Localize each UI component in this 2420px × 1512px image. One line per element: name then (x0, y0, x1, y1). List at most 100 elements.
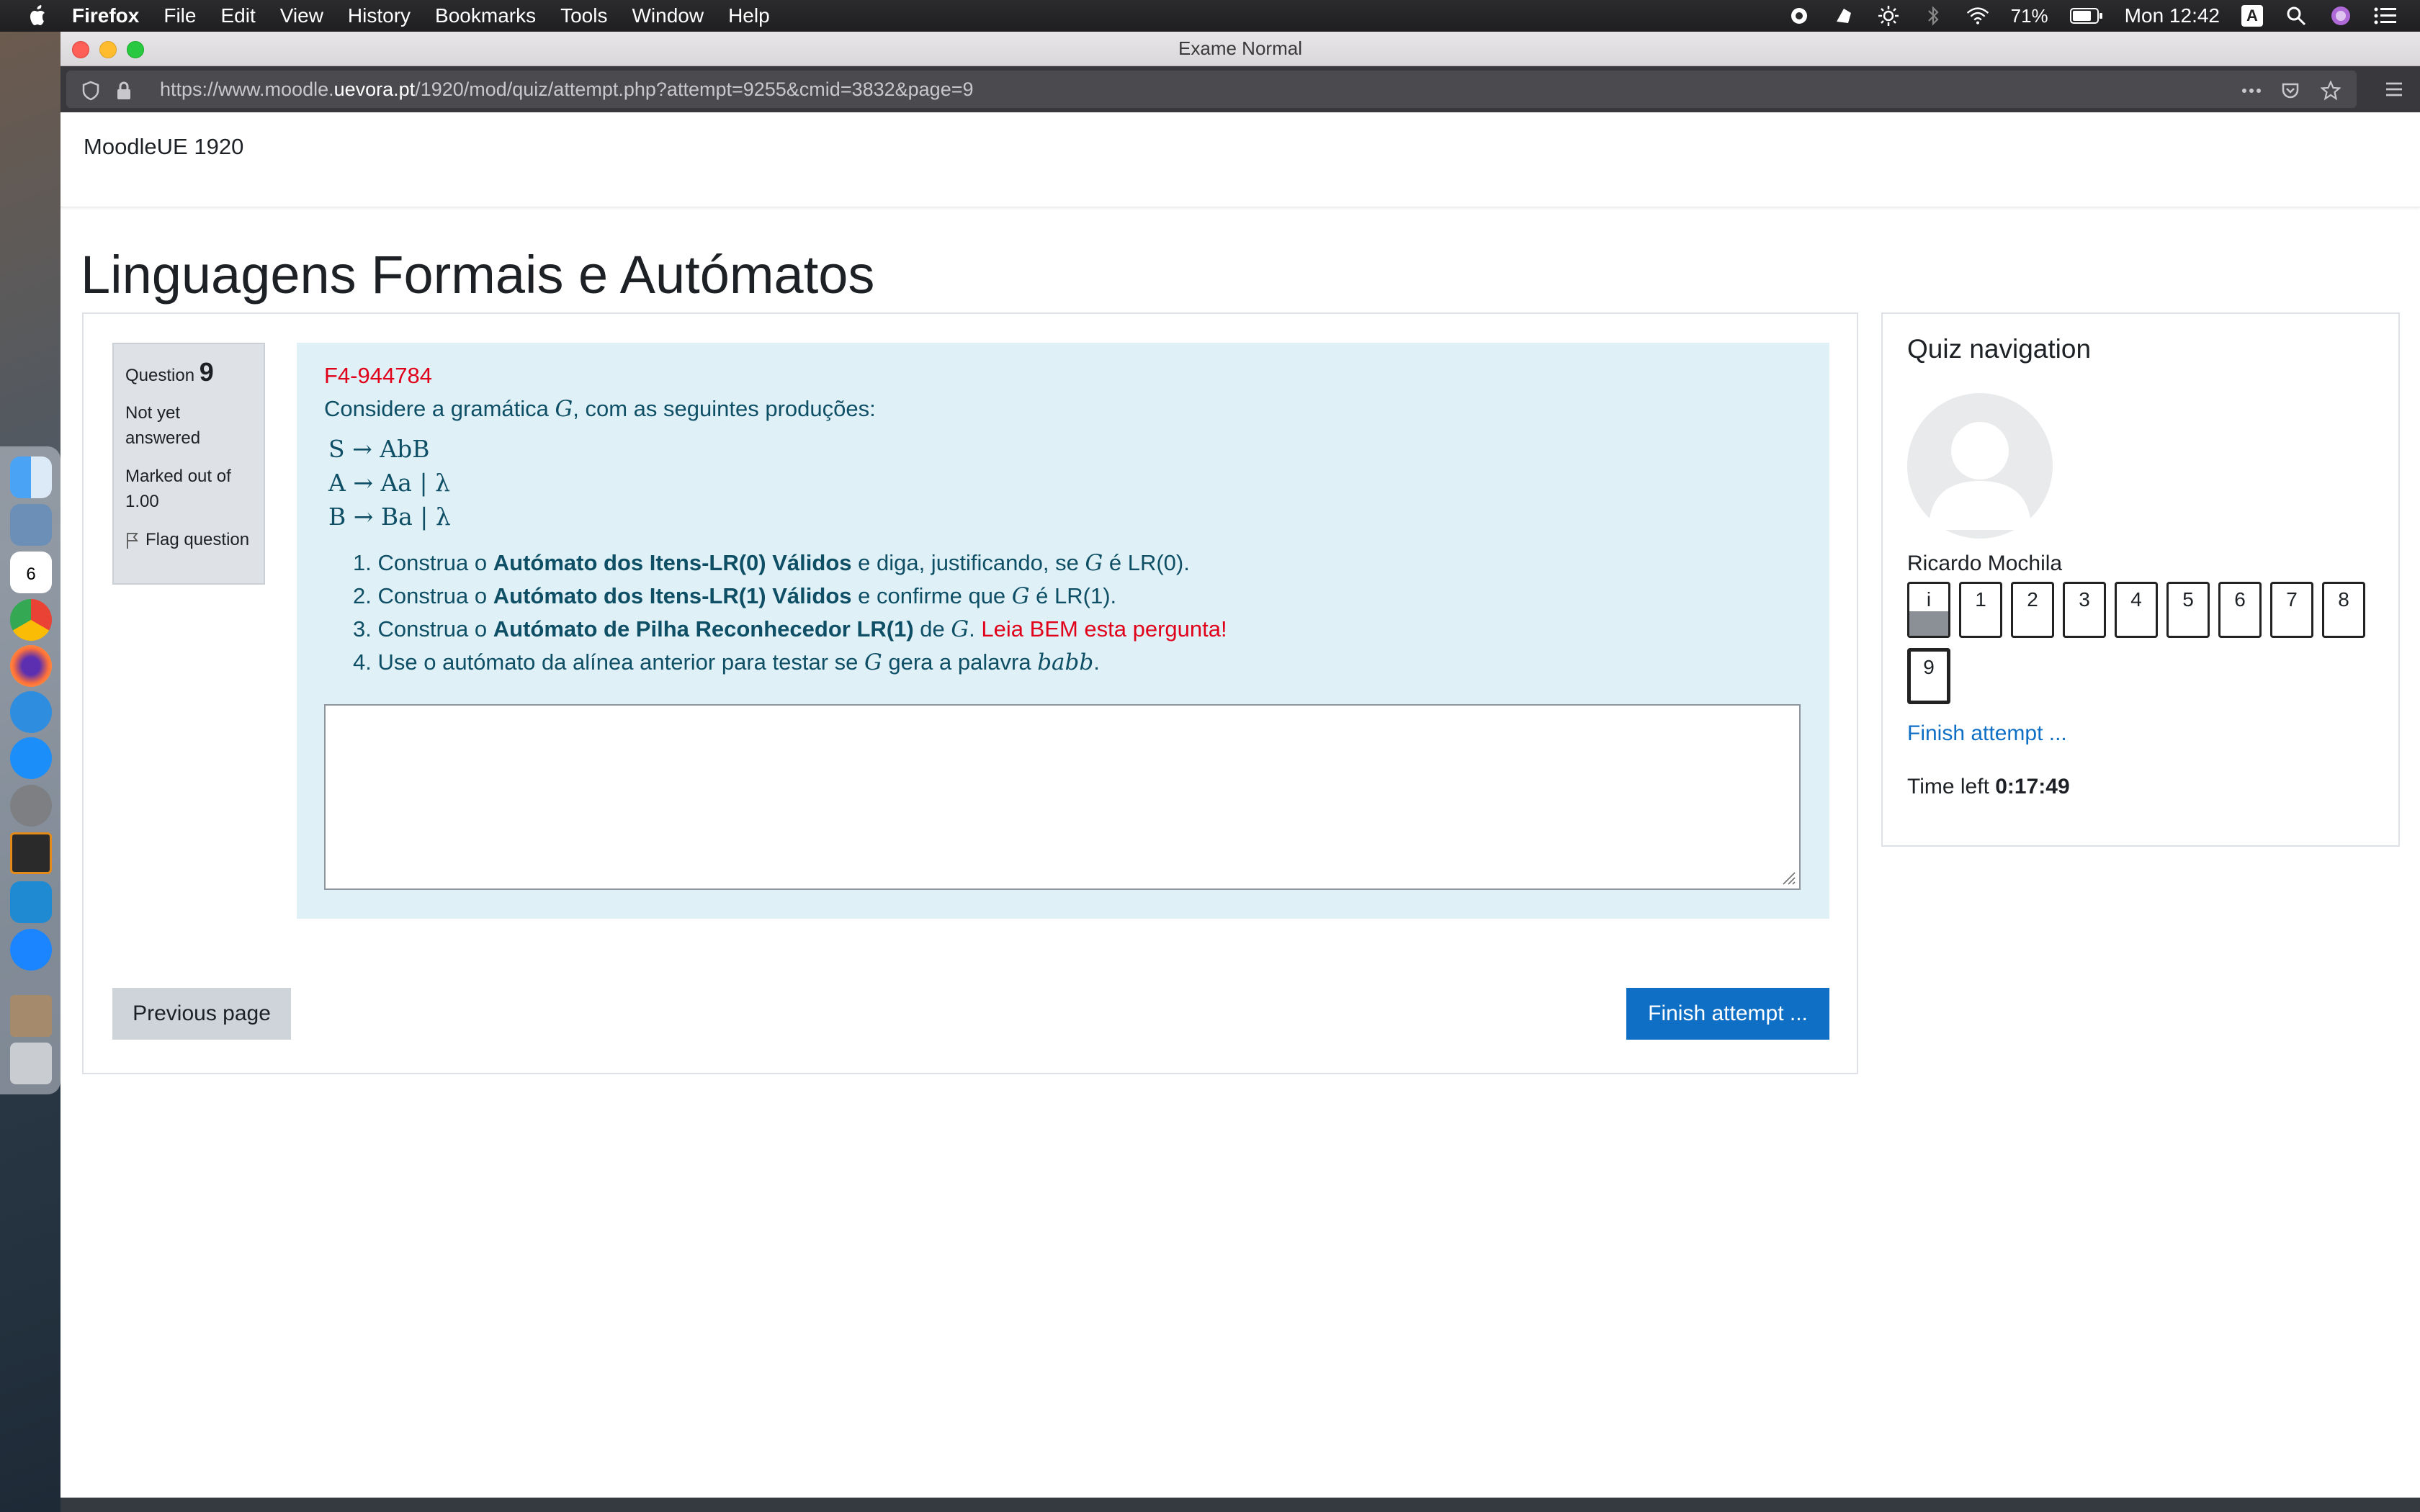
app-store-icon[interactable] (10, 737, 52, 779)
chrome-icon[interactable] (10, 599, 52, 641)
moodle-navbar: MoodleUE 1920 (60, 112, 2420, 207)
page-label: 8 (2338, 588, 2349, 611)
subitem-2: 2. Construa o Autómato dos Itens-LR(1) V… (353, 580, 1802, 613)
subitem-text: Construa o (377, 616, 493, 642)
site-name-link[interactable]: MoodleUE 1920 (84, 134, 243, 160)
menu-file[interactable]: File (163, 4, 196, 27)
url-text: https://www.moodle.uevora.pt/1920/mod/qu… (160, 78, 974, 101)
flag-icon (127, 533, 138, 549)
wifi-icon[interactable] (1966, 4, 1989, 27)
system-preferences-icon[interactable] (10, 785, 52, 827)
grammar-symbol: G (951, 616, 969, 642)
quiz-nav-page[interactable]: 8 (2322, 582, 2365, 638)
quiz-nav-page-info[interactable]: i (1907, 582, 1950, 638)
window-titlebar: Exame Normal (60, 32, 2420, 66)
menu-history[interactable]: History (348, 4, 411, 27)
menu-window[interactable]: Window (632, 4, 704, 27)
pocket-icon[interactable] (2280, 81, 2300, 101)
page-label: 7 (2286, 588, 2298, 611)
user-name[interactable]: Ricardo Mochila (1907, 552, 2062, 576)
menu-edit[interactable]: Edit (220, 4, 255, 27)
bluetooth-icon[interactable] (1922, 4, 1945, 27)
url-field[interactable]: https://www.moodle.uevora.pt/1920/mod/qu… (66, 71, 2357, 108)
intro-text-before: Considere a gramática (324, 396, 555, 421)
subitem-bold: Autómato dos Itens-LR(1) Válidos (493, 583, 852, 608)
page-actions-icon[interactable] (2240, 81, 2263, 101)
menu-help[interactable]: Help (728, 4, 770, 27)
avatar[interactable] (1907, 393, 2053, 539)
siri-icon[interactable] (2329, 4, 2352, 27)
menu-clock[interactable]: Mon 12:42 (2125, 4, 2220, 27)
quiz-navigation-block: Quiz navigation Ricardo Mochila i 1 2 3 … (1881, 312, 2400, 847)
calendar-icon[interactable]: 6 (10, 552, 52, 593)
flag-question-label: Flag question (145, 530, 250, 549)
preview-icon[interactable] (10, 504, 52, 546)
messenger-icon[interactable] (10, 929, 52, 971)
browser-window: Exame Normal https://www.moodle.uevora.p… (60, 32, 2420, 1512)
cloud-sync-icon[interactable] (1832, 4, 1855, 27)
apple-icon[interactable] (27, 4, 49, 27)
previous-page-button[interactable]: Previous page (112, 988, 291, 1040)
securecrt-icon[interactable] (10, 832, 52, 874)
hamburger-menu-icon[interactable] (2384, 79, 2404, 99)
page-label: 5 (2182, 588, 2194, 611)
quiz-navigation-title: Quiz navigation (1907, 334, 2092, 364)
tracking-protection-icon[interactable] (81, 81, 101, 101)
quiz-nav-page[interactable]: 1 (1959, 582, 2002, 638)
menu-bookmarks[interactable]: Bookmarks (435, 4, 536, 27)
menu-tools[interactable]: Tools (560, 4, 607, 27)
battery-icon[interactable] (2069, 4, 2103, 27)
finish-attempt-link[interactable]: Finish attempt ... (1907, 721, 2067, 746)
quiz-nav-page[interactable]: 4 (2115, 582, 2158, 638)
page-label: 3 (2079, 588, 2090, 611)
flag-question-toggle[interactable]: Flag question (125, 527, 252, 552)
finish-attempt-button[interactable]: Finish attempt ... (1626, 988, 1829, 1040)
menu-view[interactable]: View (280, 4, 323, 27)
finder-icon[interactable] (10, 456, 52, 498)
subitem-bold: Autómato dos Itens-LR(0) Válidos (493, 550, 852, 575)
bookmark-star-icon[interactable] (2321, 81, 2341, 101)
battery-percent: 71% (2010, 4, 2048, 27)
quiz-nav-page-current[interactable]: 9 (1907, 648, 1950, 704)
safari-icon[interactable] (10, 691, 52, 733)
page-answered-fill (1909, 611, 1948, 636)
subitem-text: . (969, 616, 982, 642)
page-label: 9 (1923, 656, 1935, 678)
vscode-icon[interactable] (10, 881, 52, 923)
resize-handle-icon[interactable] (1780, 870, 1796, 886)
time-left-label: Time left (1907, 775, 1996, 798)
close-window-button[interactable] (72, 41, 89, 58)
firefox-icon[interactable] (10, 645, 52, 687)
trash-icon[interactable] (10, 1043, 52, 1084)
menu-app-name[interactable]: Firefox (72, 4, 139, 27)
subitem-text: gera a palavra (882, 649, 1038, 675)
window-title: Exame Normal (1178, 37, 1302, 59)
quiz-nav-page[interactable]: 6 (2218, 582, 2262, 638)
subitem-text: Construa o (377, 583, 493, 608)
screen-record-icon[interactable] (1788, 4, 1811, 27)
subitem-number: 1. (353, 550, 372, 575)
time-left: Time left 0:17:49 (1907, 775, 2070, 799)
spotlight-search-icon[interactable] (2285, 4, 2308, 27)
folder-icon[interactable] (10, 995, 52, 1037)
answer-textarea[interactable] (324, 704, 1801, 890)
quiz-nav-page[interactable]: 7 (2270, 582, 2313, 638)
page-label: 1 (1975, 588, 1986, 611)
brightness-icon[interactable] (1877, 4, 1900, 27)
quiz-nav-page[interactable]: 2 (2011, 582, 2054, 638)
word-symbol: babb (1037, 649, 1094, 675)
zoom-window-button[interactable] (127, 41, 144, 58)
subitem-bold: Autómato de Pilha Reconhecedor LR(1) (493, 616, 914, 642)
quiz-nav-page[interactable]: 5 (2166, 582, 2210, 638)
minimize-window-button[interactable] (99, 41, 117, 58)
subitem-4: 4. Use o autómato da alínea anterior par… (353, 649, 1100, 675)
lock-icon[interactable] (114, 81, 134, 101)
question-intro: Considere a gramática G, com as seguinte… (324, 396, 1802, 422)
notification-center-icon[interactable] (2374, 4, 2397, 27)
page-label: 6 (2234, 588, 2246, 611)
input-source-icon[interactable]: A (2241, 5, 2263, 27)
question-number-label: Question (125, 366, 195, 385)
quiz-nav-page[interactable]: 3 (2063, 582, 2106, 638)
grammar-symbol: G (555, 396, 573, 422)
question-state: Not yet answered (125, 403, 201, 448)
